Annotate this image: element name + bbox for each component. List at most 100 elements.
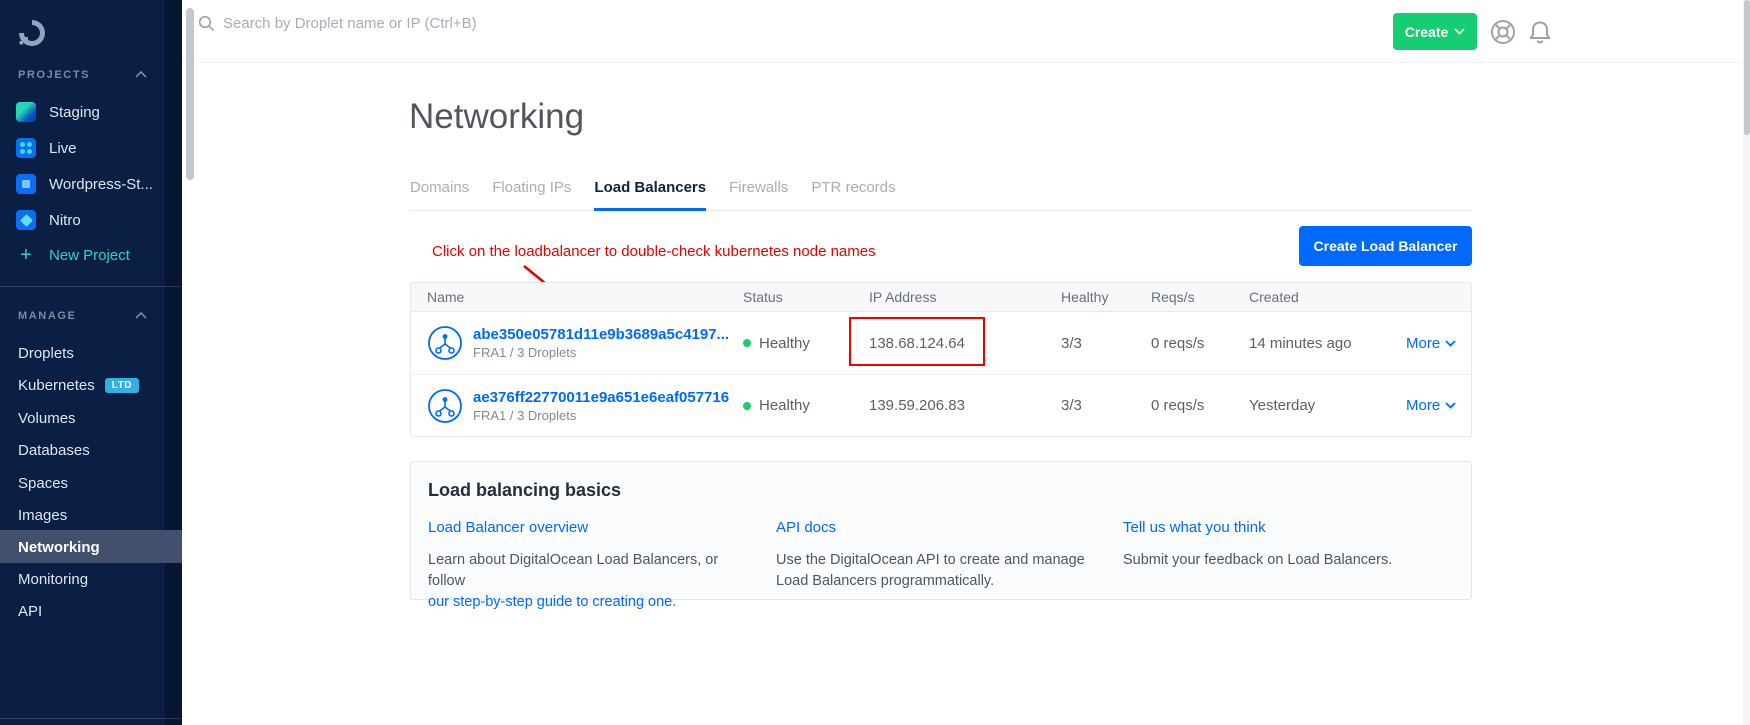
search-icon [198,15,215,32]
basics-column-feedback: Tell us what you think Submit your feedb… [1123,519,1454,613]
load-balancers-table: Name Status IP Address Healthy Reqs/s Cr… [410,282,1472,437]
sidebar-item-api[interactable]: API [18,600,42,622]
basics-title: Load balancing basics [428,480,1454,501]
chevron-down-icon [1445,340,1456,347]
plus-icon: + [16,245,36,265]
sidebar-project-wordpress[interactable]: Wordpress-St... [16,172,153,196]
notifications-bell-icon[interactable] [1527,19,1553,45]
tell-us-what-you-think-link[interactable]: Tell us what you think [1123,519,1266,536]
annotation-text: Click on the loadbalancer to double-chec… [432,243,876,260]
created-time: Yesterday [1249,397,1406,414]
basics-text: Learn about DigitalOcean Load Balancers,… [428,552,718,589]
projects-section-header: PROJECTS [18,69,90,81]
basics-column-api: API docs Use the DigitalOcean API to cre… [776,519,1123,613]
api-docs-link[interactable]: API docs [776,519,836,536]
basics-text: Submit your feedback on Load Balancers. [1123,552,1392,568]
basics-column-overview: Load Balancer overview Learn about Digit… [428,519,776,613]
sidebar-item-label: Monitoring [18,571,88,588]
load-balancer-overview-link[interactable]: Load Balancer overview [428,519,588,536]
basics-text: Use the DigitalOcean API to create and m… [776,552,1085,568]
healthy-status-dot [743,402,751,410]
status-text: Healthy [759,335,810,352]
table-header-row: Name Status IP Address Healthy Reqs/s Cr… [411,283,1471,312]
load-balancer-icon [427,325,463,361]
column-header-name: Name [411,289,743,305]
content-scrollbar-thumb[interactable] [186,8,194,180]
step-by-step-guide-link[interactable]: our step-by-step guide to creating one. [428,592,758,613]
sidebar-item-images[interactable]: Images [18,504,67,526]
tab-ptr-records[interactable]: PTR records [811,179,895,210]
ip-address: 138.68.124.64 [869,335,1061,352]
sidebar-item-label: Networking [18,539,100,556]
created-time: 14 minutes ago [1249,335,1406,352]
manage-collapse-chevron-up-icon[interactable] [135,312,147,319]
help-lifebuoy-icon[interactable] [1490,19,1516,45]
sidebar-project-staging[interactable]: Staging [16,100,100,124]
page-scrollbar-thumb[interactable] [1744,0,1750,135]
project-label: Live [49,140,77,157]
sidebar-item-kubernetes[interactable]: Kubernetes LTD [18,374,139,396]
table-row: abe350e05781d11e9b3689a5c4197... FRA1 / … [411,312,1471,374]
create-load-balancer-button[interactable]: Create Load Balancer [1299,226,1472,266]
sidebar-item-label: Kubernetes [18,377,95,394]
project-label: Staging [49,104,100,121]
live-project-icon [16,138,36,158]
sidebar-item-volumes[interactable]: Volumes [18,407,76,429]
sidebar-divider [0,718,182,719]
table-row: ae376ff22770011e9a651e6eaf057716 FRA1 / … [411,374,1471,436]
sidebar: PROJECTS Staging Live Wordpress-St... Ni… [0,0,182,725]
chevron-down-icon [1454,28,1465,35]
sidebar-edge-strip [165,0,182,725]
requests-per-second: 0 reqs/s [1151,397,1249,414]
basics-text: Load Balancers programmatically. [776,571,1106,592]
sidebar-item-label: Droplets [18,345,74,362]
sidebar-item-label: Spaces [18,475,68,492]
project-label: Nitro [49,212,81,229]
healthy-count: 3/3 [1061,397,1151,414]
sidebar-project-live[interactable]: Live [16,136,77,160]
create-button[interactable]: Create [1393,13,1477,50]
column-header-healthy: Healthy [1061,289,1151,305]
sidebar-item-databases[interactable]: Databases [18,439,90,461]
project-label: Wordpress-St... [49,176,153,193]
ip-address: 139.59.206.83 [869,397,1061,414]
digitalocean-logo-icon[interactable] [15,16,49,50]
nitro-project-icon [16,210,36,230]
projects-collapse-chevron-up-icon[interactable] [135,71,147,78]
requests-per-second: 0 reqs/s [1151,335,1249,352]
load-balancer-name-link[interactable]: ae376ff22770011e9a651e6eaf057716 [473,389,729,406]
staging-project-icon [16,102,36,122]
load-balancer-icon [427,388,463,424]
sidebar-item-label: Volumes [18,410,76,427]
sidebar-item-spaces[interactable]: Spaces [18,472,68,494]
tab-floating-ips[interactable]: Floating IPs [492,179,571,210]
healthy-count: 3/3 [1061,335,1151,352]
healthy-status-dot [743,339,751,347]
load-balancing-basics-panel: Load balancing basics Load Balancer over… [410,461,1472,600]
manage-section-header: MANAGE [18,310,77,322]
new-project-button[interactable]: + New Project [16,243,130,267]
load-balancer-region: FRA1 / 3 Droplets [473,408,729,423]
more-menu-button[interactable]: More [1406,397,1471,414]
wordpress-project-icon [16,174,36,194]
more-menu-button[interactable]: More [1406,335,1471,352]
sidebar-item-label: API [18,603,42,620]
more-label: More [1406,335,1440,352]
tab-load-balancers[interactable]: Load Balancers [594,179,706,210]
search-bar [198,15,643,32]
search-input[interactable] [223,15,643,32]
tab-domains[interactable]: Domains [410,179,469,210]
sidebar-item-monitoring[interactable]: Monitoring [18,568,88,590]
chevron-down-icon [1445,402,1456,409]
new-project-label: New Project [49,247,130,264]
sidebar-divider [0,286,182,287]
sidebar-project-nitro[interactable]: Nitro [16,208,81,232]
tab-bar: Domains Floating IPs Load Balancers Fire… [410,179,1472,211]
tab-firewalls[interactable]: Firewalls [729,179,788,210]
sidebar-item-networking[interactable]: Networking [18,536,100,558]
load-balancer-region: FRA1 / 3 Droplets [473,345,729,360]
column-header-reqs: Reqs/s [1151,289,1249,305]
sidebar-item-label: Images [18,507,67,524]
sidebar-item-droplets[interactable]: Droplets [18,342,74,364]
load-balancer-name-link[interactable]: abe350e05781d11e9b3689a5c4197... [473,326,729,343]
